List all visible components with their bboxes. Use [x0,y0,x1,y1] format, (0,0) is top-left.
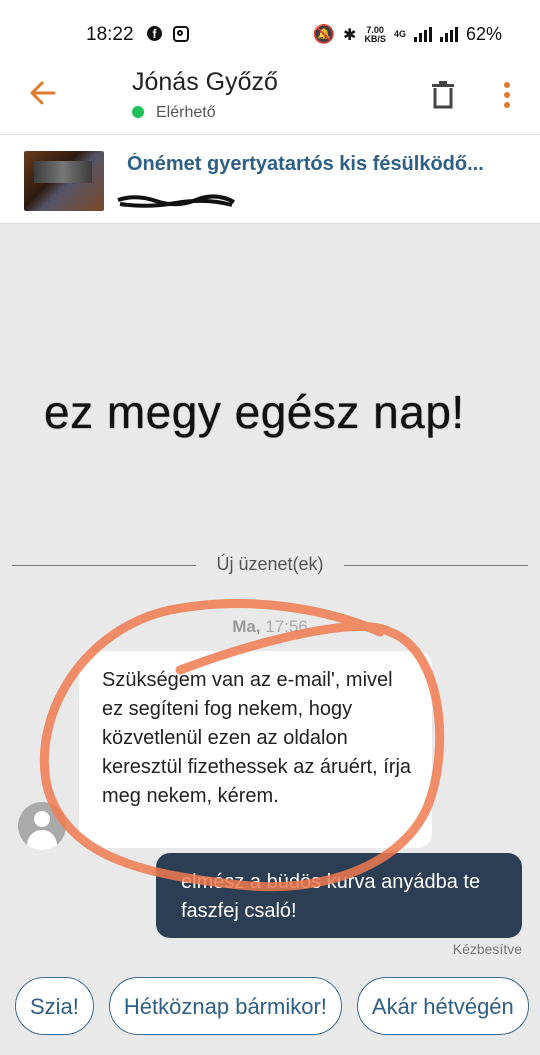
signal-icon [413,27,432,42]
listing-thumbnail [24,151,104,211]
facebook-icon: f [147,26,162,41]
contact-status: Elérhető [132,104,216,122]
online-dot-icon [132,106,144,118]
more-options-icon[interactable] [499,80,515,110]
overlay-caption: ez megy egész nap! [44,386,465,438]
outgoing-message-text: elmész a büdös kurva anyádba te faszfej … [181,871,481,922]
signal-icon-2 [439,27,458,42]
quick-replies: Szia! Hétköznap bármikor! Akár hétvégén [15,977,529,1037]
bluetooth-icon: ✱ [343,26,357,44]
message-date: Ma, 17:56 [232,617,308,636]
instagram-icon [173,26,189,42]
contact-name: Jónás Győző [132,68,278,96]
trash-icon[interactable] [430,80,456,110]
network-type: 4G [393,29,406,39]
back-arrow-icon[interactable] [28,78,58,108]
status-icons: 🔕 ✱ 7.00 KB/S 4G 62% [313,24,502,45]
redaction-scribble [117,194,235,208]
incoming-message-text: Szükségem van az e-mail', mivel ez segít… [102,669,412,807]
battery-level: 62% [465,24,502,44]
quick-reply-chip[interactable]: Akár hétvégén [356,977,529,1035]
new-messages-divider: Új üzenet(ek) [12,554,528,578]
listing-title[interactable]: Ónémet gyertyatartós kis fésülködő... [127,153,532,176]
quick-reply-chip[interactable]: Szia! [15,977,94,1035]
avatar[interactable] [18,802,66,850]
quick-reply-chip[interactable]: Hétköznap bármikor! [108,977,342,1035]
clock: 18:22 [86,24,134,45]
network-speed: 7.00 KB/S [364,24,386,44]
delivered-status: Kézbesítve [452,941,522,957]
mute-icon: 🔕 [312,24,336,44]
incoming-message-bubble[interactable]: Szükségem van az e-mail', mivel ez segít… [79,651,432,848]
status-bar: 18:22 f 🔕 ✱ 7.00 KB/S 4G 62% [0,0,540,62]
chat-header: Jónás Győző Elérhető [0,62,540,135]
listing-card[interactable]: Ónémet gyertyatartós kis fésülködő... [0,135,540,224]
outgoing-message-bubble[interactable]: elmész a büdös kurva anyádba te faszfej … [156,853,522,938]
